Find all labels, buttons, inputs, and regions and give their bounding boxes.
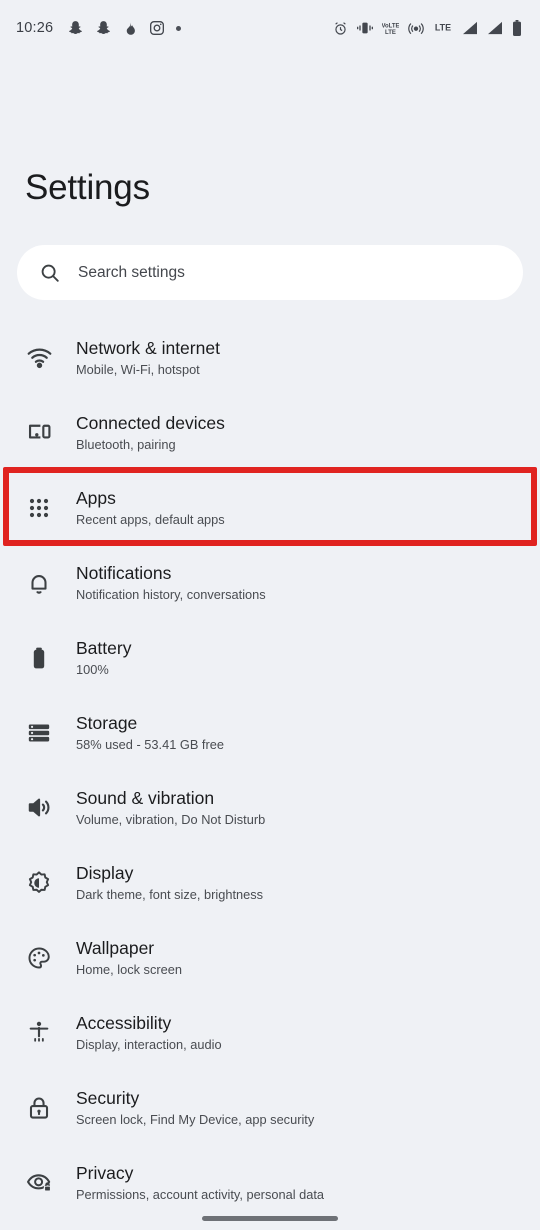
- home-indicator[interactable]: [202, 1216, 338, 1221]
- settings-row-network-internet[interactable]: Network & internet Mobile, Wi-Fi, hotspo…: [0, 320, 540, 395]
- status-bar-system-icons: VoLTE LTE LTE: [333, 20, 522, 36]
- settings-row-subtitle: Mobile, Wi-Fi, hotspot: [76, 361, 200, 377]
- settings-row-text: Security Screen lock, Find My Device, ap…: [76, 1087, 314, 1129]
- hotspot-icon: [408, 21, 424, 35]
- snapchat-icon: [95, 20, 112, 37]
- eye-lock-icon: [24, 1169, 54, 1196]
- settings-row-subtitle: Display, interaction, audio: [76, 1036, 222, 1052]
- settings-row-title: Network & internet: [76, 337, 220, 358]
- accessibility-icon: [24, 1020, 54, 1046]
- lock-icon: [24, 1095, 54, 1121]
- settings-row-title: Security: [76, 1087, 140, 1108]
- settings-row-sound-vibration[interactable]: Sound & vibration Volume, vibration, Do …: [0, 770, 540, 845]
- svg-text:LTE: LTE: [385, 30, 396, 36]
- status-bar-notification-icons: [67, 20, 182, 37]
- settings-row-text: Accessibility Display, interaction, audi…: [76, 1012, 222, 1054]
- settings-screen: 10:26 VoLTE LTE LTE Settings Search sett…: [0, 0, 540, 1230]
- settings-row-subtitle: Dark theme, font size, brightness: [76, 886, 264, 902]
- battery-icon: [24, 645, 54, 671]
- settings-row-subtitle: 100%: [76, 661, 109, 677]
- settings-row-display[interactable]: Display Dark theme, font size, brightnes…: [0, 845, 540, 920]
- settings-row-text: Connected devices Bluetooth, pairing: [76, 412, 225, 454]
- settings-row-connected-devices[interactable]: Connected devices Bluetooth, pairing: [0, 395, 540, 470]
- search-icon: [39, 262, 61, 284]
- settings-row-title: Storage: [76, 712, 138, 733]
- snapchat-icon: [67, 20, 84, 37]
- wifi-icon: [24, 344, 54, 371]
- settings-row-subtitle: Volume, vibration, Do Not Disturb: [76, 811, 266, 827]
- alarm-icon: [333, 21, 348, 36]
- palette-icon: [24, 945, 54, 971]
- volume-icon: [24, 794, 54, 821]
- settings-row-text: Apps Recent apps, default apps: [76, 487, 225, 529]
- settings-row-text: Battery 100%: [76, 637, 131, 679]
- instagram-icon: [149, 20, 165, 36]
- settings-row-subtitle: Home, lock screen: [76, 961, 182, 977]
- settings-row-text: Display Dark theme, font size, brightnes…: [76, 862, 263, 904]
- signal-bars-icon: [487, 21, 503, 35]
- bell-icon: [24, 570, 54, 596]
- volte-icon: VoLTE LTE: [382, 21, 399, 36]
- status-bar-clock: 10:26: [16, 20, 54, 36]
- settings-row-privacy[interactable]: Privacy Permissions, account activity, p…: [0, 1145, 540, 1220]
- signal-bars-icon: [462, 21, 478, 35]
- settings-row-text: Privacy Permissions, account activity, p…: [76, 1162, 324, 1204]
- settings-row-text: Wallpaper Home, lock screen: [76, 937, 182, 979]
- apps-grid-icon: [24, 496, 54, 520]
- settings-row-title: Accessibility: [76, 1012, 172, 1033]
- settings-row-title: Display: [76, 862, 134, 883]
- settings-row-title: Wallpaper: [76, 937, 155, 958]
- settings-row-title: Sound & vibration: [76, 787, 215, 808]
- settings-row-text: Sound & vibration Volume, vibration, Do …: [76, 787, 265, 829]
- search-input[interactable]: Search settings: [78, 264, 185, 282]
- settings-row-notifications[interactable]: Notifications Notification history, conv…: [0, 545, 540, 620]
- dot-icon: [176, 25, 182, 31]
- settings-row-subtitle: Bluetooth, pairing: [76, 436, 176, 452]
- settings-row-subtitle: Screen lock, Find My Device, app securit…: [76, 1111, 315, 1127]
- settings-list: Network & internet Mobile, Wi-Fi, hotspo…: [0, 320, 540, 1220]
- settings-row-title: Privacy: [76, 1162, 134, 1183]
- brightness-icon: [24, 870, 54, 896]
- settings-row-title: Connected devices: [76, 412, 225, 433]
- battery-icon: [512, 20, 522, 36]
- settings-row-text: Notifications Notification history, conv…: [76, 562, 266, 604]
- settings-row-subtitle: 58% used - 53.41 GB free: [76, 736, 224, 752]
- status-bar: 10:26 VoLTE LTE LTE: [0, 0, 540, 56]
- storage-icon: [24, 720, 54, 746]
- svg-text:LTE: LTE: [435, 22, 451, 32]
- settings-row-security[interactable]: Security Screen lock, Find My Device, ap…: [0, 1070, 540, 1145]
- page-title: Settings: [25, 168, 150, 207]
- flame-icon: [123, 20, 138, 37]
- vibrate-icon: [357, 21, 373, 35]
- settings-row-battery[interactable]: Battery 100%: [0, 620, 540, 695]
- settings-row-subtitle: Notification history, conversations: [76, 586, 266, 602]
- devices-icon: [24, 419, 54, 446]
- settings-row-title: Notifications: [76, 562, 172, 583]
- settings-row-title: Battery: [76, 637, 132, 658]
- settings-row-text: Storage 58% used - 53.41 GB free: [76, 712, 224, 754]
- settings-row-accessibility[interactable]: Accessibility Display, interaction, audi…: [0, 995, 540, 1070]
- svg-text:VoLTE: VoLTE: [382, 23, 399, 29]
- settings-row-title: Apps: [76, 487, 116, 508]
- settings-row-subtitle: Permissions, account activity, personal …: [76, 1186, 324, 1202]
- settings-row-wallpaper[interactable]: Wallpaper Home, lock screen: [0, 920, 540, 995]
- settings-row-storage[interactable]: Storage 58% used - 53.41 GB free: [0, 695, 540, 770]
- settings-row-apps[interactable]: Apps Recent apps, default apps: [0, 470, 540, 545]
- settings-row-text: Network & internet Mobile, Wi-Fi, hotspo…: [76, 337, 220, 379]
- settings-row-subtitle: Recent apps, default apps: [76, 511, 225, 527]
- lte-label-icon: LTE: [433, 22, 453, 35]
- search-settings-bar[interactable]: Search settings: [17, 245, 523, 300]
